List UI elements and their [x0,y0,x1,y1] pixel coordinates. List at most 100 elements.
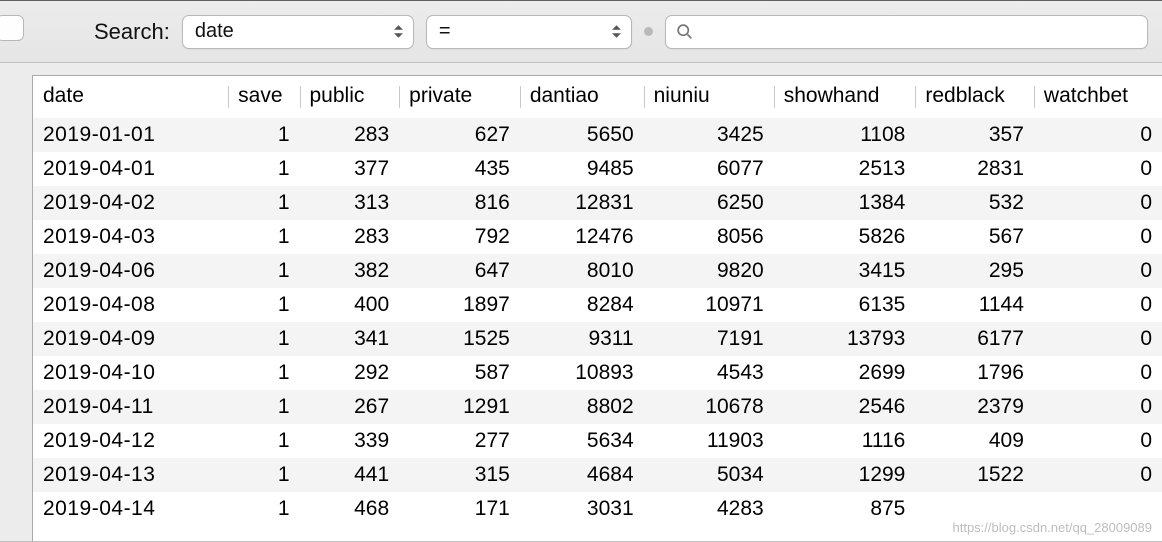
cell-niuniu: 6250 [644,186,774,220]
table-row[interactable]: 2019-04-03128379212476805658265670 [33,220,1162,254]
cell-save: 1 [228,118,299,152]
cell-date: 2019-04-10 [33,356,228,390]
app-window: Search: date = [0,0,1162,542]
cell-private: 816 [399,186,520,220]
cell-save: 1 [228,492,299,526]
search-label: Search: [94,19,170,45]
cell-date: 2019-04-11 [33,390,228,424]
cell-niuniu: 4543 [644,356,774,390]
cell-niuniu: 11903 [644,424,774,458]
cell-private: 587 [399,356,520,390]
cell-redblack: 295 [915,254,1034,288]
cell-dantiao: 9485 [520,152,644,186]
column-header-dantiao[interactable]: dantiao [520,76,644,118]
cell-redblack: 532 [915,186,1034,220]
chevron-up-down-icon [609,20,625,44]
cell-showhand: 13793 [774,322,916,356]
table-row[interactable]: 2019-04-0913411525931171911379361770 [33,322,1162,356]
table-row[interactable]: 2019-04-02131381612831625013845320 [33,186,1162,220]
search-operator-select[interactable]: = [426,15,632,49]
cell-public: 313 [300,186,400,220]
data-table-area: date save public private dantiao niuniu … [0,63,1162,541]
cell-watchbet: 0 [1034,458,1162,492]
cell-private: 647 [399,254,520,288]
cell-private: 1291 [399,390,520,424]
cell-public: 283 [300,118,400,152]
column-header-redblack[interactable]: redblack [915,76,1034,118]
cell-public: 341 [300,322,400,356]
cell-private: 1525 [399,322,520,356]
cell-dantiao: 8010 [520,254,644,288]
cell-watchbet: 0 [1034,322,1162,356]
column-header-niuniu[interactable]: niuniu [644,76,774,118]
cell-niuniu: 4283 [644,492,774,526]
cell-date: 2019-01-01 [33,118,228,152]
cell-redblack: 567 [915,220,1034,254]
column-header-showhand[interactable]: showhand [774,76,916,118]
cell-niuniu: 7191 [644,322,774,356]
table-row[interactable]: 2019-04-13144131546845034129915220 [33,458,1162,492]
table-row[interactable]: 2019-04-14146817130314283875 [33,492,1162,526]
search-toolbar: Search: date = [0,1,1162,63]
search-field-select[interactable]: date [182,15,414,49]
cell-private: 277 [399,424,520,458]
table-row[interactable]: 2019-04-0814001897828410971613511440 [33,288,1162,322]
cell-date: 2019-04-12 [33,424,228,458]
table-row[interactable]: 2019-04-12133927756341190311164090 [33,424,1162,458]
cell-dantiao: 12476 [520,220,644,254]
data-table: date save public private dantiao niuniu … [33,76,1162,526]
cell-showhand: 5826 [774,220,916,254]
toolbar-left-capsule [0,15,24,41]
table-row[interactable]: 2019-04-0613826478010982034152950 [33,254,1162,288]
column-header-save[interactable]: save [228,76,299,118]
cell-dantiao: 8802 [520,390,644,424]
cell-save: 1 [228,424,299,458]
cell-watchbet [1034,492,1162,526]
search-icon [676,23,693,40]
cell-showhand: 1384 [774,186,916,220]
cell-redblack: 2379 [915,390,1034,424]
cell-date: 2019-04-08 [33,288,228,322]
cell-dantiao: 5650 [520,118,644,152]
cell-showhand: 875 [774,492,916,526]
column-header-public[interactable]: public [300,76,400,118]
cell-date: 2019-04-06 [33,254,228,288]
table-row[interactable]: 2019-04-101292587108934543269917960 [33,356,1162,390]
cell-public: 468 [300,492,400,526]
cell-dantiao: 5634 [520,424,644,458]
cell-niuniu: 6077 [644,152,774,186]
cell-niuniu: 8056 [644,220,774,254]
cell-date: 2019-04-14 [33,492,228,526]
cell-public: 441 [300,458,400,492]
cell-watchbet: 0 [1034,390,1162,424]
cell-dantiao: 8284 [520,288,644,322]
cell-watchbet: 0 [1034,186,1162,220]
cell-redblack [915,492,1034,526]
search-input-wrap[interactable] [665,15,1148,49]
cell-redblack: 1522 [915,458,1034,492]
cell-redblack: 1144 [915,288,1034,322]
table-row[interactable]: 2019-04-1112671291880210678254623790 [33,390,1162,424]
table-row[interactable]: 2019-01-0112836275650342511083570 [33,118,1162,152]
cell-public: 400 [300,288,400,322]
cell-public: 382 [300,254,400,288]
cell-redblack: 1796 [915,356,1034,390]
cell-public: 267 [300,390,400,424]
cell-save: 1 [228,458,299,492]
cell-dantiao: 9311 [520,322,644,356]
table-row[interactable]: 2019-04-01137743594856077251328310 [33,152,1162,186]
cell-showhand: 2699 [774,356,916,390]
column-header-watchbet[interactable]: watchbet [1034,76,1162,118]
column-header-date[interactable]: date [33,76,228,118]
cell-date: 2019-04-01 [33,152,228,186]
column-header-private[interactable]: private [399,76,520,118]
cell-watchbet: 0 [1034,118,1162,152]
search-input[interactable] [701,21,1137,43]
cell-private: 171 [399,492,520,526]
cell-save: 1 [228,220,299,254]
cell-watchbet: 0 [1034,152,1162,186]
cell-watchbet: 0 [1034,288,1162,322]
cell-redblack: 409 [915,424,1034,458]
cell-redblack: 2831 [915,152,1034,186]
cell-watchbet: 0 [1034,220,1162,254]
